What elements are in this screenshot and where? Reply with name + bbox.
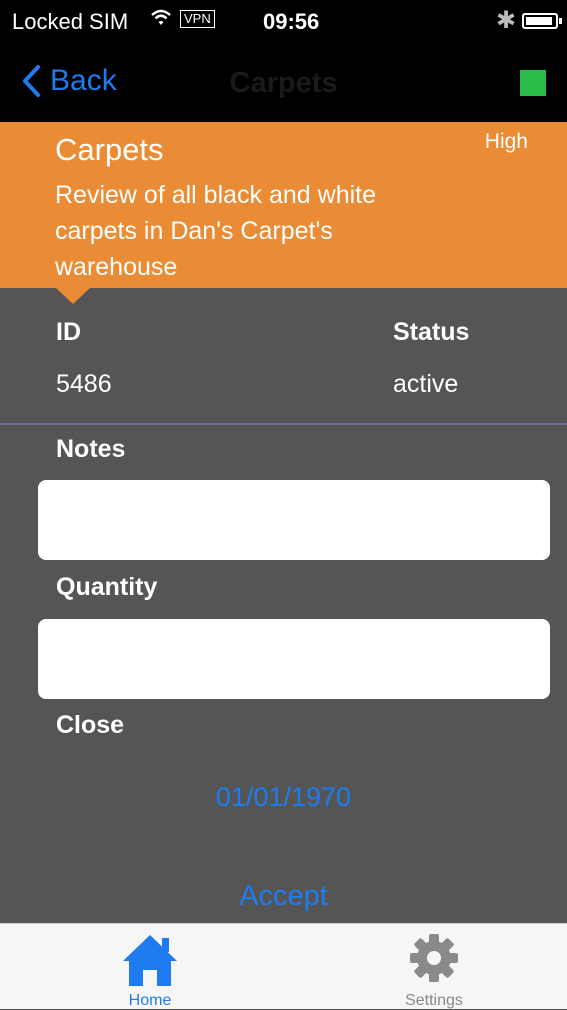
notes-label: Notes <box>56 435 126 463</box>
clock: 09:56 <box>263 9 320 34</box>
tab-home-label: Home <box>128 992 172 1009</box>
task-description: Review of all black and white carpets in… <box>55 181 376 281</box>
notes-input[interactable] <box>38 480 550 560</box>
close-date-picker[interactable]: 01/01/1970 <box>0 782 567 813</box>
close-label: Close <box>56 711 125 739</box>
status-indicator[interactable] <box>520 70 546 96</box>
navigation-bar: Back Carpets <box>0 42 567 122</box>
header-pointer <box>56 288 90 304</box>
quantity-label: Quantity <box>56 573 158 601</box>
tab-settings-label: Settings <box>405 992 463 1009</box>
bluetooth-icon: ✱ <box>496 7 517 34</box>
gear-icon <box>408 932 460 989</box>
carrier-label: Locked SIM <box>12 9 129 34</box>
status-bar: Locked SIM VPN 09:56 ✱ <box>0 0 567 42</box>
quantity-input[interactable] <box>38 619 550 699</box>
tab-home[interactable]: Home <box>80 924 220 1009</box>
task-header: Carpets High Review of all black and whi… <box>0 122 567 288</box>
tab-bar: Home Settings <box>0 923 567 1009</box>
status-label: Status <box>393 318 470 346</box>
divider <box>0 423 567 425</box>
battery-icon <box>522 13 562 29</box>
id-value: 5486 <box>56 370 112 398</box>
page-title: Carpets <box>229 67 338 99</box>
home-icon <box>121 932 179 993</box>
wifi-icon <box>150 6 172 34</box>
priority-badge: High <box>484 130 528 153</box>
id-label: ID <box>56 318 81 346</box>
accept-button[interactable]: Accept <box>0 880 567 913</box>
vpn-badge: VPN <box>180 10 215 28</box>
tab-settings[interactable]: Settings <box>364 924 504 1009</box>
status-value: active <box>393 370 459 398</box>
task-title: Carpets <box>55 132 164 167</box>
